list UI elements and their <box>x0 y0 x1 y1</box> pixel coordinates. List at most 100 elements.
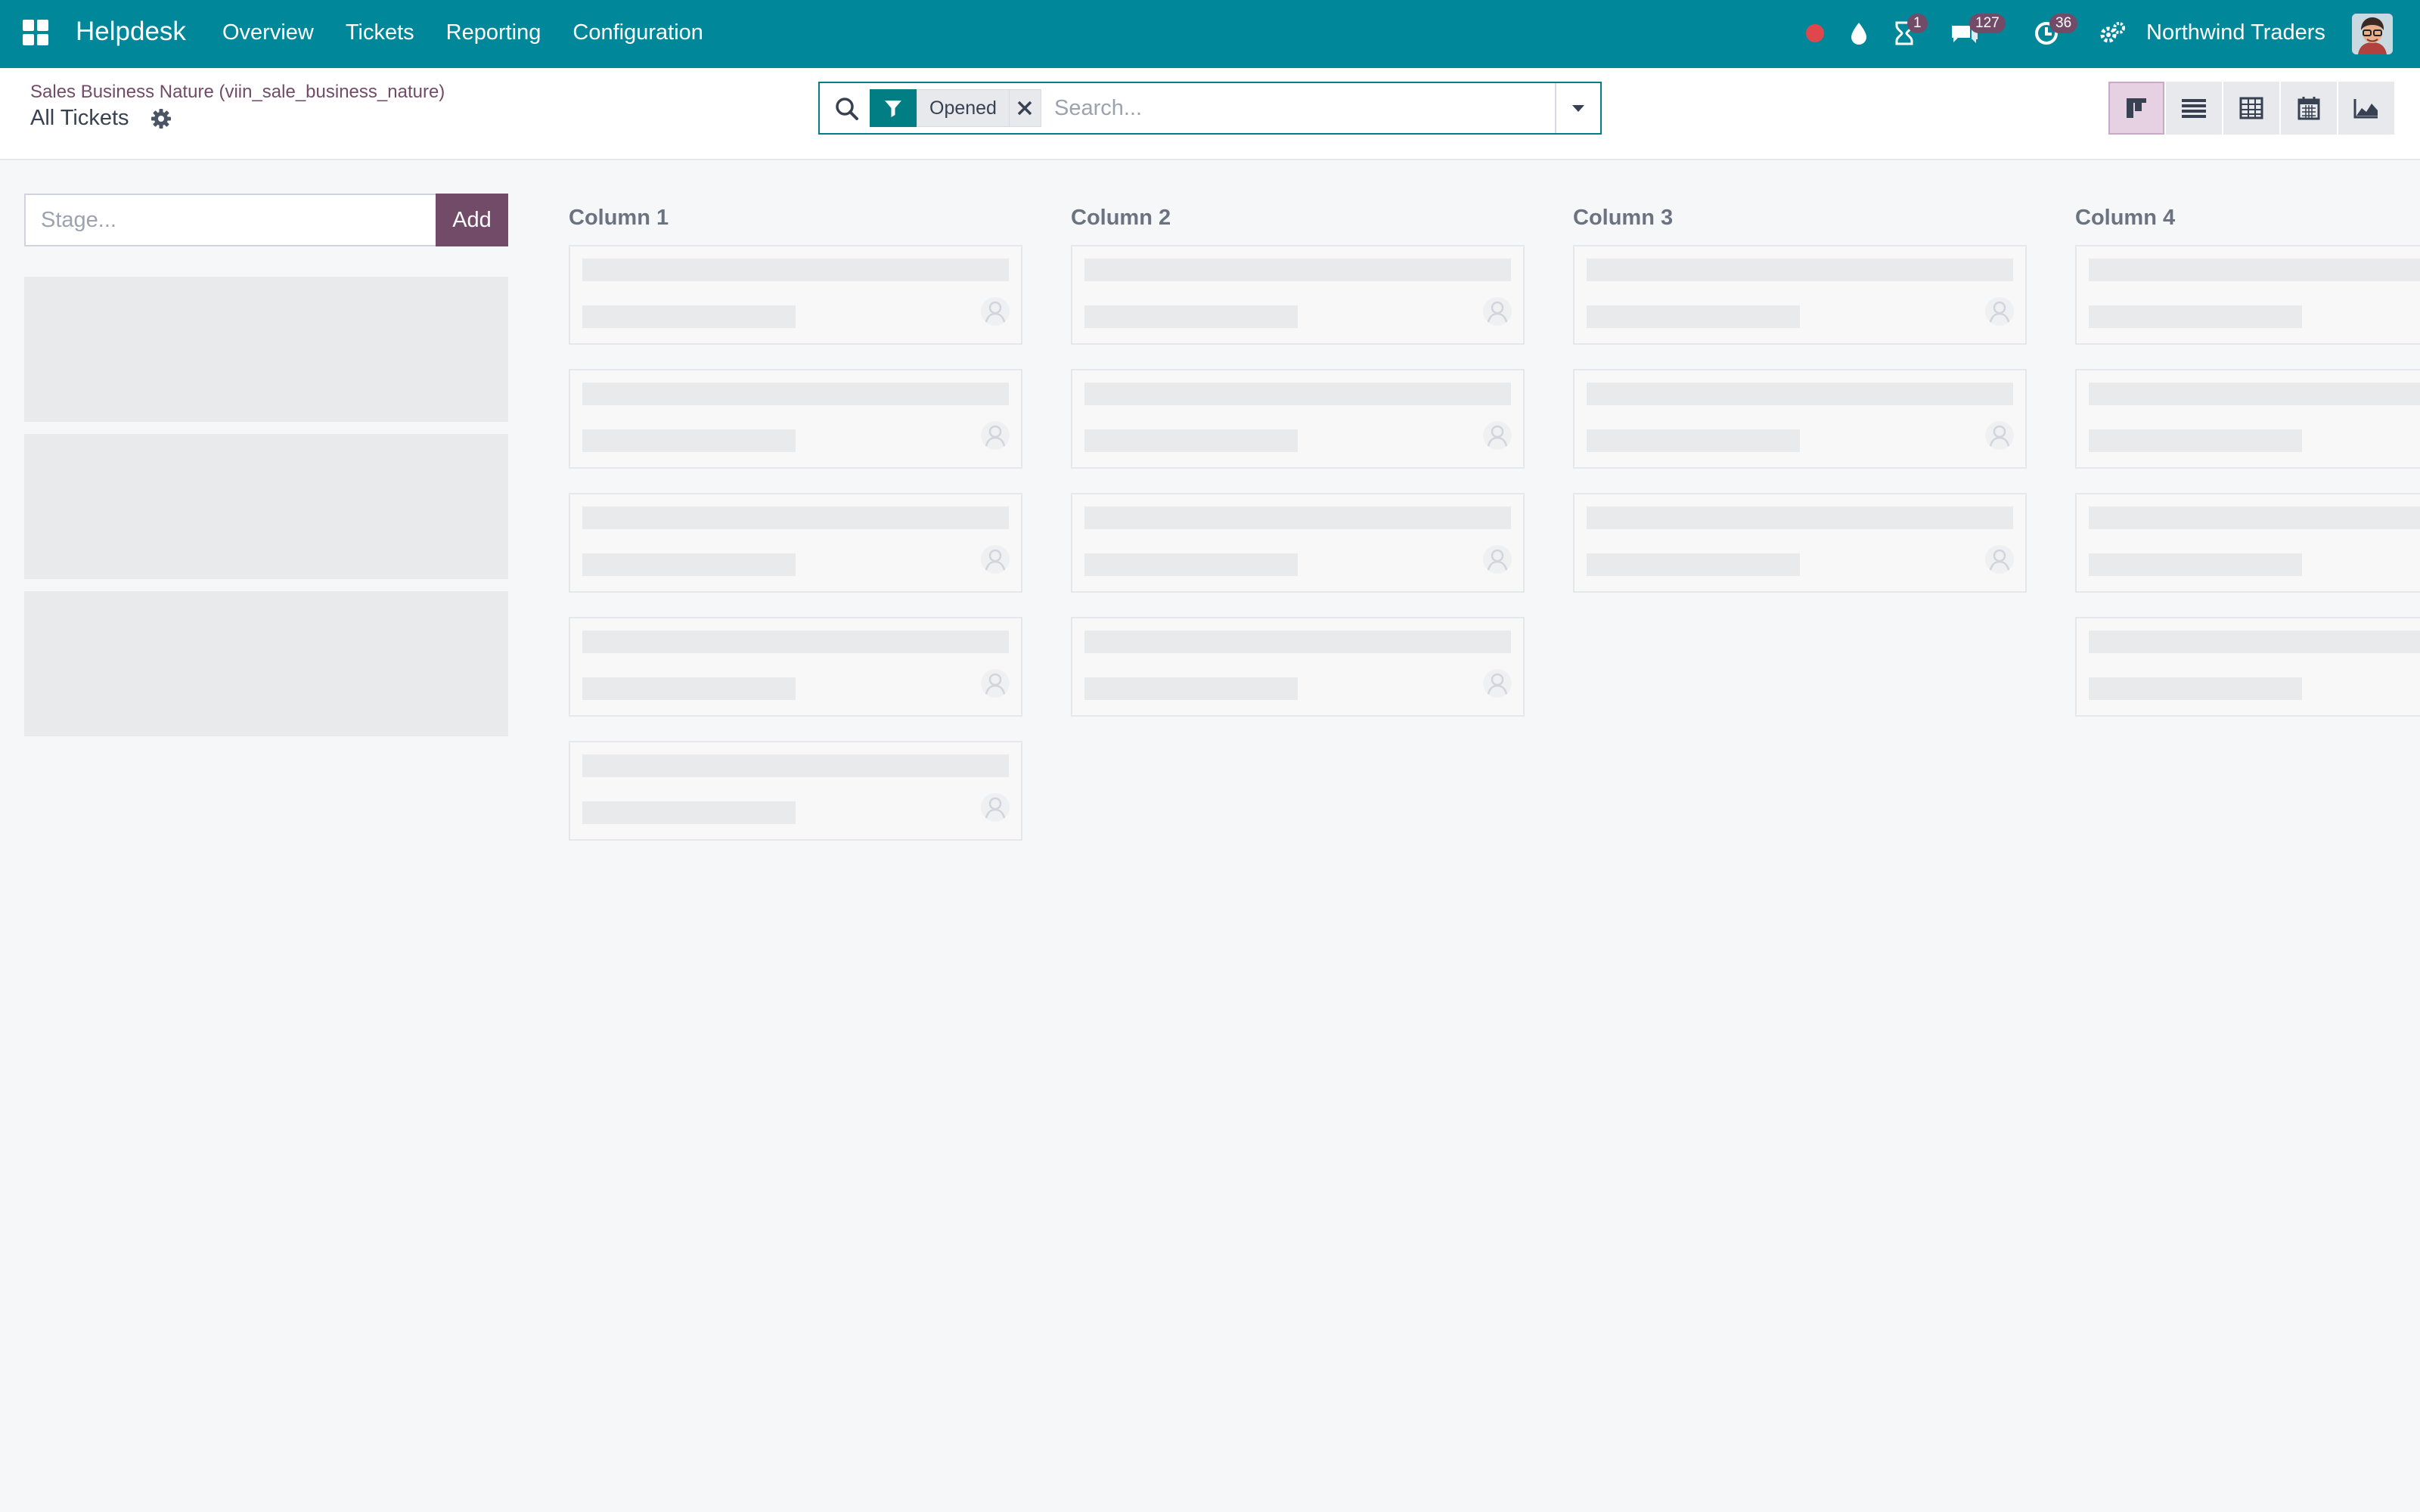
person-icon <box>1984 420 2015 451</box>
search-icon[interactable] <box>833 95 861 122</box>
placeholder-line <box>582 631 1009 653</box>
placeholder-line <box>582 754 1009 777</box>
kanban-card-placeholder <box>1071 369 1525 469</box>
person-icon <box>980 420 1010 451</box>
person-icon <box>1984 296 2015 327</box>
placeholder-line <box>1587 429 1800 452</box>
kanban-card-placeholder <box>569 617 1022 717</box>
breadcrumb[interactable]: Sales Business Nature (viin_sale_busines… <box>30 82 445 103</box>
placeholder-line <box>2089 631 2420 653</box>
kanban-card-placeholder <box>569 493 1022 593</box>
stage-placeholder <box>24 591 508 736</box>
kanban-card-placeholder <box>1573 369 2027 469</box>
stage-name-input[interactable] <box>24 194 437 246</box>
search-facet: Opened <box>870 89 1041 127</box>
placeholder-line <box>1587 305 1800 328</box>
user-avatar[interactable] <box>2352 14 2393 54</box>
placeholder-line <box>582 801 796 824</box>
messages-badge: 127 <box>1969 14 2006 33</box>
calendar-view-button[interactable] <box>2281 82 2337 135</box>
drop-icon[interactable] <box>1842 17 1876 50</box>
gear-icon[interactable] <box>150 107 172 130</box>
menu-overview[interactable]: Overview <box>222 20 314 45</box>
graph-view-button[interactable] <box>2338 82 2394 135</box>
add-stage-button[interactable]: Add <box>436 194 508 246</box>
kanban-card-placeholder <box>1071 617 1525 717</box>
search-bar: Opened <box>818 82 1602 135</box>
person-icon <box>980 668 1010 699</box>
person-icon <box>1482 420 1512 451</box>
column-title: Column 4 <box>2075 206 2176 230</box>
kanban-view-button[interactable] <box>2108 82 2164 135</box>
apps-menu-icon[interactable] <box>23 20 48 45</box>
placeholder-line <box>1084 383 1511 405</box>
kanban-card-placeholder <box>569 245 1022 345</box>
stage-placeholder <box>24 277 508 422</box>
person-icon <box>1984 544 2015 575</box>
placeholder-line <box>1587 259 2013 281</box>
search-input[interactable] <box>1054 91 1538 125</box>
facet-label: Opened <box>917 89 1010 127</box>
placeholder-line <box>2089 305 2302 328</box>
placeholder-line <box>1084 677 1298 700</box>
chevron-down-icon[interactable] <box>1555 83 1600 133</box>
menu-reporting[interactable]: Reporting <box>446 20 541 45</box>
kanban-card-placeholder <box>2075 617 2420 717</box>
company-switcher[interactable]: Northwind Traders <box>2146 20 2325 45</box>
placeholder-line <box>582 553 796 576</box>
placeholder-line <box>1084 259 1511 281</box>
placeholder-line <box>2089 259 2420 281</box>
person-icon <box>1482 668 1512 699</box>
placeholder-line <box>1587 383 2013 405</box>
clock-icon[interactable]: 36 <box>2030 14 2078 50</box>
kanban-card-placeholder <box>1573 493 2027 593</box>
person-icon <box>1482 296 1512 327</box>
app-brand[interactable]: Helpdesk <box>76 17 186 47</box>
close-icon[interactable] <box>1009 89 1041 127</box>
kanban-card-placeholder <box>569 369 1022 469</box>
hourglass-icon[interactable]: 1 <box>1888 14 1928 50</box>
placeholder-line <box>1084 631 1511 653</box>
activity-badge: 1 <box>1907 14 1928 33</box>
placeholder-line <box>582 383 1009 405</box>
placeholder-line <box>582 677 796 700</box>
column-title: Column 3 <box>1573 206 1674 230</box>
menu-tickets[interactable]: Tickets <box>346 20 414 45</box>
menu-configuration[interactable]: Configuration <box>572 20 703 45</box>
chat-icon[interactable]: 127 <box>1948 14 2006 50</box>
placeholder-line <box>1084 429 1298 452</box>
placeholder-line <box>582 259 1009 281</box>
placeholder-line <box>2089 507 2420 529</box>
list-view-button[interactable] <box>2166 82 2222 135</box>
placeholder-line <box>582 429 796 452</box>
placeholder-line <box>1084 553 1298 576</box>
placeholder-line <box>2089 429 2302 452</box>
timer-badge: 36 <box>2049 14 2078 33</box>
pivot-view-button[interactable] <box>2223 82 2279 135</box>
placeholder-line <box>2089 383 2420 405</box>
column-title: Column 2 <box>1071 206 1171 230</box>
kanban-card-placeholder <box>1071 245 1525 345</box>
kanban-card-placeholder <box>569 741 1022 841</box>
kanban-card-placeholder <box>2075 245 2420 345</box>
kanban-card-placeholder <box>1071 493 1525 593</box>
placeholder-line <box>1587 507 2013 529</box>
page-title: All Tickets <box>30 106 129 130</box>
column-title: Column 1 <box>569 206 669 230</box>
placeholder-line <box>582 507 1009 529</box>
placeholder-line <box>2089 553 2302 576</box>
person-icon <box>980 544 1010 575</box>
placeholder-line <box>582 305 796 328</box>
settings-icon[interactable] <box>2096 17 2130 50</box>
view-switcher <box>2108 82 2394 135</box>
record-icon[interactable] <box>1798 17 1832 50</box>
filter-icon <box>870 89 917 127</box>
kanban-card-placeholder <box>1573 245 2027 345</box>
top-navbar: Helpdesk Overview Tickets Reporting Conf… <box>0 0 2420 68</box>
control-panel: Sales Business Nature (viin_sale_busines… <box>0 68 2420 160</box>
kanban-card-placeholder <box>2075 369 2420 469</box>
placeholder-line <box>1084 507 1511 529</box>
placeholder-line <box>1587 553 1800 576</box>
person-icon <box>980 296 1010 327</box>
placeholder-line <box>1084 305 1298 328</box>
